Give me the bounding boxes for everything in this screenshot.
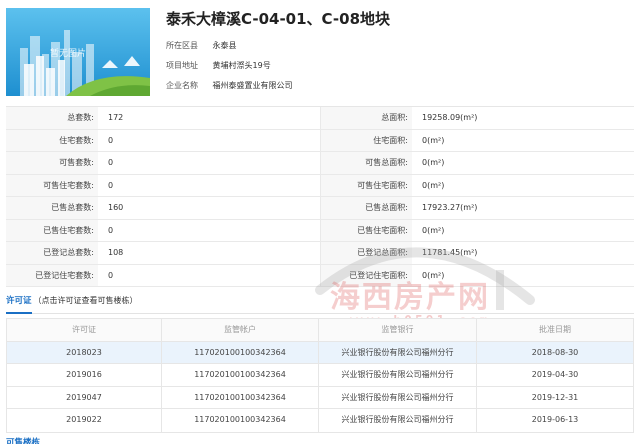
stat-value: 172 <box>108 113 124 122</box>
project-header: 暂无图片 泰禾大樟溪C-04-01、C-08地块 所在区县 永泰县 项目地址 黄… <box>0 0 640 104</box>
stats-row: 已登记总套数: 108 已登记总面积: 11781.45(m²) <box>6 242 634 265</box>
stat-value: 160 <box>108 203 124 212</box>
stat-value: 19258.09(m²) <box>422 113 478 122</box>
permit-number[interactable]: 2019047 <box>7 386 162 408</box>
stat-value: 108 <box>108 248 124 257</box>
stat-value: 0 <box>108 158 114 167</box>
info-row-address: 项目地址 黄埔村漈头19号 <box>166 60 271 71</box>
column-header: 监管帐户 <box>162 319 319 341</box>
stat-label: 可售住宅面积: <box>320 174 412 196</box>
stat-value: 0 <box>108 225 114 235</box>
stat-label: 可售套数: <box>6 152 98 174</box>
stat-label: 总套数: <box>6 107 98 129</box>
stat-label: 住宅面积: <box>320 129 412 151</box>
stat-value: 0(m²) <box>422 135 445 145</box>
info-label: 所在区县 <box>166 41 198 50</box>
supervision-account: 117020100100342364 <box>162 341 319 363</box>
permit-number[interactable]: 2019016 <box>7 364 162 386</box>
stat-value: 0 <box>108 135 114 145</box>
stats-table: 总套数: 172 总面积: 19258.09(m²) 住宅套数: 0 住宅面积:… <box>6 106 634 287</box>
info-value: 永泰县 <box>212 41 237 50</box>
stat-label: 已售总套数: <box>6 197 98 219</box>
stat-label: 已登记总面积: <box>320 242 412 264</box>
info-value: 黄埔村漈头19号 <box>212 61 271 70</box>
supervision-account: 117020100100342364 <box>162 386 319 408</box>
stat-label: 已登记总套数: <box>6 242 98 264</box>
stats-row: 住宅套数: 0 住宅面积: 0(m²) <box>6 129 634 152</box>
stat-label: 住宅套数: <box>6 129 98 151</box>
approval-date: 2019-06-13 <box>531 415 579 424</box>
stat-value: 0 <box>108 270 114 280</box>
page-title: 泰禾大樟溪C-04-01、C-08地块 <box>166 10 391 28</box>
stat-value: 11781.45(m²) <box>422 248 478 257</box>
permit-section-header: 许可证 （点击许可证查看可售楼栋） <box>6 294 634 314</box>
supervision-bank: 兴业银行股份有限公司福州分行 <box>319 409 477 432</box>
info-value: 福州泰盛置业有限公司 <box>212 81 293 90</box>
project-thumbnail: 暂无图片 <box>6 8 150 96</box>
info-label: 企业名称 <box>166 81 198 90</box>
supervision-bank: 兴业银行股份有限公司福州分行 <box>319 364 477 386</box>
table-row[interactable]: 2019047 117020100100342364 兴业银行股份有限公司福州分… <box>7 386 633 409</box>
approval-date: 2019-12-31 <box>531 392 579 402</box>
stat-label: 可售总面积: <box>320 152 412 174</box>
supervision-bank: 兴业银行股份有限公司福州分行 <box>319 386 477 408</box>
stat-label: 已售住宅套数: <box>6 219 98 241</box>
stat-value: 17923.27(m²) <box>422 203 478 212</box>
table-row[interactable]: 2018023 117020100100342364 兴业银行股份有限公司福州分… <box>7 341 633 364</box>
approval-date: 2018-08-30 <box>531 347 579 357</box>
table-header-row: 许可证 监管帐户 监管银行 批准日期 <box>7 319 633 342</box>
column-header: 批准日期 <box>539 325 571 334</box>
info-row-company: 企业名称 福州泰盛置业有限公司 <box>166 80 293 91</box>
info-row-district: 所在区县 永泰县 <box>166 40 237 51</box>
permit-section-title: 许可证 <box>6 294 32 314</box>
table-row[interactable]: 2019016 117020100100342364 兴业银行股份有限公司福州分… <box>7 364 633 387</box>
stat-value: 0(m²) <box>422 270 445 280</box>
permit-section-note: （点击许可证查看可售楼栋） <box>33 296 138 305</box>
approval-date: 2019-04-30 <box>531 370 579 379</box>
permit-number[interactable]: 2018023 <box>7 341 162 363</box>
stats-row: 可售住宅套数: 0 可售住宅面积: 0(m²) <box>6 174 634 197</box>
stat-label: 已登记住宅面积: <box>320 264 412 286</box>
stats-row: 已售总套数: 160 已售总面积: 17923.27(m²) <box>6 197 634 220</box>
supervision-bank: 兴业银行股份有限公司福州分行 <box>319 341 477 363</box>
stats-row: 已售住宅套数: 0 已售住宅面积: 0(m²) <box>6 219 634 242</box>
permit-number[interactable]: 2019022 <box>7 409 162 432</box>
stat-label: 总面积: <box>320 107 412 129</box>
info-label: 项目地址 <box>166 61 198 70</box>
stat-label: 可售住宅套数: <box>6 174 98 196</box>
supervision-account: 117020100100342364 <box>162 409 319 432</box>
stats-row: 已登记住宅套数: 0 已登记住宅面积: 0(m²) <box>6 264 634 287</box>
stat-label: 已售总面积: <box>320 197 412 219</box>
city-skyline-image: 暂无图片 <box>6 8 150 96</box>
stat-value: 0 <box>108 180 114 190</box>
stat-value: 0(m²) <box>422 158 445 167</box>
stat-value: 0(m²) <box>422 180 445 190</box>
stats-row: 总套数: 172 总面积: 19258.09(m²) <box>6 107 634 130</box>
table-row[interactable]: 2019022 117020100100342364 兴业银行股份有限公司福州分… <box>7 409 633 432</box>
column-header: 许可证 <box>7 319 162 341</box>
stat-value: 0(m²) <box>422 225 445 235</box>
saleable-buildings-section-title: 可售楼栋 <box>6 438 41 444</box>
supervision-account: 117020100100342364 <box>162 364 319 386</box>
column-header: 监管银行 <box>319 319 477 341</box>
stats-row: 可售套数: 0 可售总面积: 0(m²) <box>6 152 634 175</box>
svg-text:暂无图片: 暂无图片 <box>50 47 86 59</box>
stat-label: 已登记住宅套数: <box>6 264 98 286</box>
permit-table: 许可证 监管帐户 监管银行 批准日期 2018023 1170201001003… <box>6 318 634 433</box>
stat-label: 已售住宅面积: <box>320 219 412 241</box>
